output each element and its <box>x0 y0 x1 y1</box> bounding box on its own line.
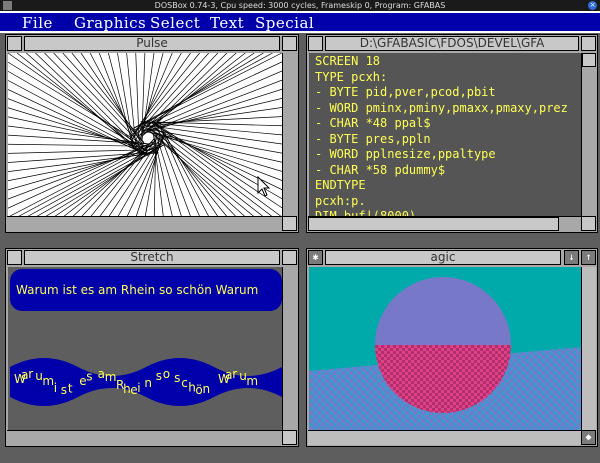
diamond-icon[interactable]: ◆ <box>581 430 596 445</box>
editor-hscroll[interactable] <box>308 216 581 231</box>
code-line: pcxh:p. <box>315 193 366 208</box>
svg-text:m: m <box>42 374 54 388</box>
code-line: ENDTYPE <box>315 178 366 192</box>
svg-text:i: i <box>137 381 140 395</box>
menu-text[interactable]: Text <box>210 14 244 32</box>
svg-text:c: c <box>181 376 188 390</box>
stretch-title[interactable]: Stretch <box>24 250 280 265</box>
svg-text:o: o <box>163 367 170 381</box>
code-line: - CHAR *58 pdummy$ <box>315 162 446 177</box>
code-line: - BYTE pres,ppln <box>315 131 431 146</box>
stretch-vscroll[interactable] <box>282 267 297 430</box>
asterisk-icon[interactable]: ✱ <box>308 250 323 265</box>
stretch-fullsize-button[interactable] <box>282 250 297 265</box>
editor-text-area[interactable]: SCREEN 18 TYPE pcxh: - BYTE pid,pver,pco… <box>309 53 581 217</box>
svg-text:s: s <box>86 369 92 383</box>
arrow-down-icon[interactable]: ↓ <box>564 250 579 265</box>
svg-text:r: r <box>232 367 237 381</box>
editor-vscroll-thumb[interactable] <box>582 53 596 67</box>
svg-text:i: i <box>54 381 57 395</box>
pulse-vscroll[interactable] <box>282 53 297 216</box>
editor-vscroll[interactable] <box>581 53 596 216</box>
editor-hscroll-thumb[interactable] <box>308 217 559 231</box>
code-line: - CHAR *48 ppal$ <box>315 116 431 130</box>
editor-resize-button[interactable] <box>581 216 596 231</box>
svg-text:s: s <box>61 383 67 397</box>
stretch-close-button[interactable] <box>7 250 22 265</box>
magic-title[interactable]: agic <box>325 250 561 265</box>
svg-text:t: t <box>68 381 73 395</box>
menu-special[interactable]: Special <box>255 14 314 32</box>
svg-text:s: s <box>156 369 162 383</box>
pulse-resize-button[interactable] <box>282 216 297 231</box>
stretch-canvas: Warum ist es am Rhein so schön Warum War… <box>8 267 282 431</box>
menu-select[interactable]: Select <box>150 14 200 32</box>
code-line: - WORD pplnesize,ppaltype <box>315 147 496 161</box>
editor-close-button[interactable] <box>308 36 323 51</box>
menu-graphics[interactable]: Graphics <box>74 14 146 32</box>
code-line: - WORD pminx,pminy,pmaxx,pmaxy,prez <box>315 100 568 115</box>
svg-text:n: n <box>203 382 211 396</box>
editor-window: D:\GFABASIC\FDOS\DEVEL\GFA SCREEN 18 TYP… <box>306 34 598 233</box>
dosbox-titlebar: DOSBox 0.74-3, Cpu speed: 3000 cycles, F… <box>0 0 600 11</box>
svg-text:n: n <box>144 376 152 390</box>
editor-title[interactable]: D:\GFABASIC\FDOS\DEVEL\GFA <box>325 36 579 51</box>
svg-text:m: m <box>246 374 258 388</box>
stretch-resize-button[interactable] <box>282 430 297 445</box>
pulse-window: Pulse <box>5 34 299 233</box>
svg-text:r: r <box>28 367 33 381</box>
mouse-pointer-icon <box>257 175 271 197</box>
stretch-window: Stretch Warum ist es am Rhein so schön W… <box>5 248 299 447</box>
code-line: - BYTE pid,pver,pcod,pbit <box>315 85 496 99</box>
code-line: TYPE pcxh: <box>315 69 388 84</box>
magic-canvas <box>309 267 581 431</box>
close-icon[interactable]: × <box>588 1 597 10</box>
titlebar-text: DOSBox 0.74-3, Cpu speed: 3000 cycles, F… <box>154 1 446 10</box>
pulse-canvas <box>8 53 282 217</box>
code-line: SCREEN 18 <box>315 54 381 68</box>
menu-bar: File Graphics Select Text Special <box>0 11 600 33</box>
pulse-close-button[interactable] <box>7 36 22 51</box>
magic-hscroll[interactable] <box>308 430 581 445</box>
pulse-fullsize-button[interactable] <box>282 36 297 51</box>
dosbox-app-icon <box>3 1 12 10</box>
magic-window: ✱ agic ↓ ↑ ◆ <box>306 248 598 447</box>
arrow-up-icon[interactable]: ↑ <box>581 250 596 265</box>
svg-text:s: s <box>174 371 180 385</box>
editor-fullsize-button[interactable] <box>581 36 596 51</box>
stretch-hscroll[interactable] <box>7 430 282 445</box>
menu-file[interactable]: File <box>22 14 53 32</box>
svg-text:m: m <box>105 370 117 384</box>
magic-vscroll[interactable] <box>581 267 596 430</box>
pulse-title[interactable]: Pulse <box>24 36 280 51</box>
wavy-banner: Wa r u m ist es am Rh e i n so schön Wa r u m <box>10 358 282 406</box>
pulse-hscroll[interactable] <box>7 216 282 231</box>
sphere-scene <box>309 277 581 431</box>
